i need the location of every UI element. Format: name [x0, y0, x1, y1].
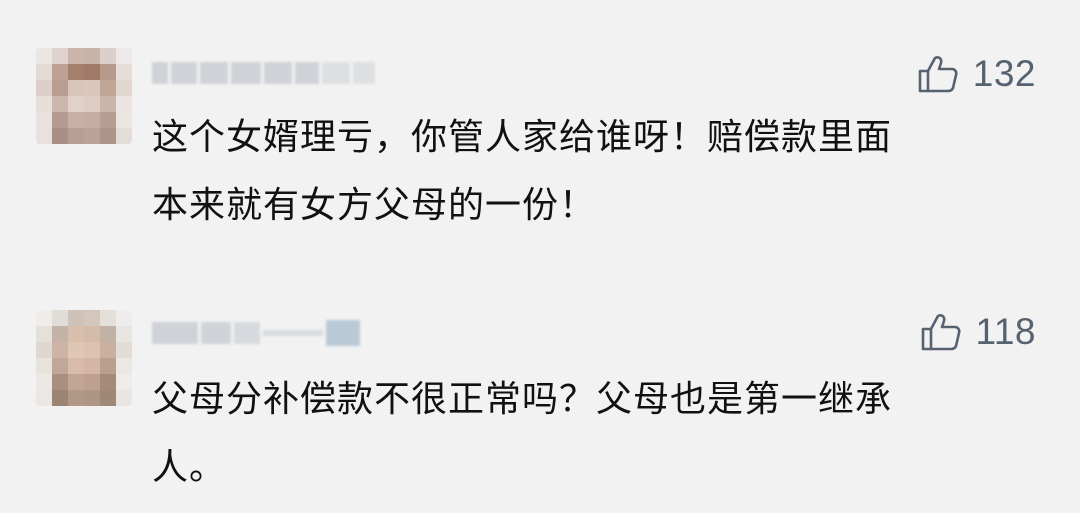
thumbs-up-icon — [918, 56, 958, 93]
comment-text: 这个女婿理亏，你管人家给谁呀！赔偿款里面 本来就有女方父母的一份！ — [152, 117, 893, 226]
avatar[interactable] — [36, 48, 132, 144]
like-button[interactable]: 118 — [920, 310, 1037, 354]
avatar-blurred-image — [36, 48, 132, 144]
like-count: 118 — [975, 311, 1036, 352]
like-count: 132 — [972, 53, 1036, 94]
nickname-blurred[interactable] — [152, 318, 360, 348]
avatar-blurred-image — [36, 310, 132, 406]
comment-item: 132 这个女婿理亏，你管人家给谁呀！赔偿款里面 本来就有女方父母的一份！ — [0, 0, 1080, 256]
nickname-blurred[interactable] — [152, 58, 375, 88]
avatar[interactable] — [36, 310, 132, 406]
thumbs-up-icon — [921, 314, 961, 351]
comment-item: 118 父母分补偿款不很正常吗？父母也是第一继承 人。 — [0, 256, 1080, 513]
like-button[interactable]: 132 — [917, 52, 1036, 96]
comment-text: 父母分补偿款不很正常吗？父母也是第一继承 人。 — [152, 379, 893, 488]
